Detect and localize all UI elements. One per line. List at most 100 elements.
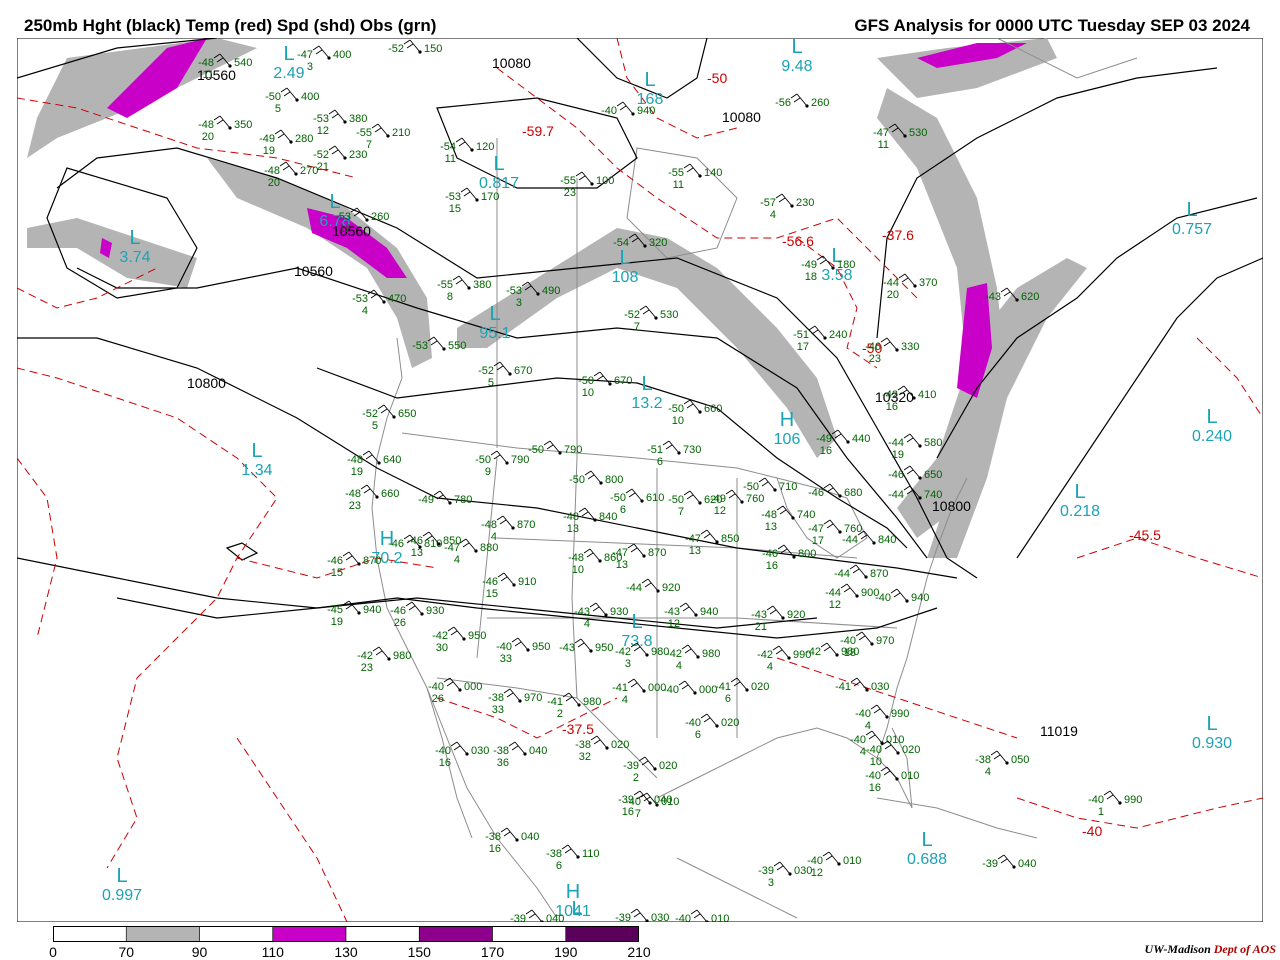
ob-height: 620 <box>1021 291 1039 303</box>
ob-temperature: -38 <box>493 745 509 757</box>
ob-height: 170 <box>481 191 499 203</box>
ob-height: 380 <box>473 279 491 291</box>
colorbar-bin <box>53 926 127 942</box>
ob-temperature: -40 <box>685 717 701 729</box>
ob-height: 840 <box>878 534 896 546</box>
ob-height: 040 <box>654 794 672 806</box>
ob-temperature: -46 <box>390 605 406 617</box>
ob-temperature: -46 <box>388 538 404 550</box>
ob-temperature: -41 <box>835 681 851 693</box>
ob-height: 010 <box>843 855 861 867</box>
temperature-label: -45.5 <box>1129 527 1161 543</box>
pressure-center-symbol: L <box>921 829 932 851</box>
temperature-label: -37.6 <box>882 227 914 243</box>
ob-temperature: -43 <box>559 642 575 654</box>
ob-height: 940 <box>911 592 929 604</box>
ob-temperature: -48 <box>568 552 584 564</box>
ob-temperature: -50 <box>743 481 759 493</box>
colorbar-bin <box>272 926 347 942</box>
ob-height: 470 <box>388 293 406 305</box>
ob-height: 440 <box>852 433 870 445</box>
pressure-center-value: 9.48 <box>781 58 812 75</box>
ob-dewpoint-depression: 6 <box>620 504 626 516</box>
pressure-center-symbol: L <box>489 303 500 325</box>
ob-temperature: -48 <box>345 488 361 500</box>
pressure-center-symbol: H <box>780 409 794 431</box>
ob-height: 020 <box>721 717 739 729</box>
ob-dewpoint-depression: 33 <box>500 653 512 665</box>
ob-height: 240 <box>829 329 847 341</box>
ob-height: 020 <box>659 760 677 772</box>
ob-temperature: -44 <box>825 587 841 599</box>
ob-temperature: -49 <box>816 433 832 445</box>
ob-dewpoint-depression: 4 <box>454 554 460 566</box>
ob-height: 400 <box>301 91 319 103</box>
ob-height: 030 <box>871 681 889 693</box>
pressure-center-symbol: L <box>129 227 140 249</box>
ob-temperature: -43 <box>574 606 590 618</box>
ob-temperature: -43 <box>985 291 1001 303</box>
ob-height: 380 <box>349 113 367 125</box>
ob-height: 980 <box>702 648 720 660</box>
ob-dewpoint-depression: 18 <box>844 647 856 659</box>
ob-height: 990 <box>1124 794 1142 806</box>
ob-dewpoint-depression: 3 <box>516 297 522 309</box>
ob-height: 150 <box>424 43 442 55</box>
ob-dewpoint-depression: 13 <box>411 547 423 559</box>
ob-dewpoint-depression: 4 <box>362 305 368 317</box>
ob-temperature: -40 <box>1088 794 1104 806</box>
ob-height: 650 <box>924 469 942 481</box>
ob-height: 680 <box>844 487 862 499</box>
colorbar-bin <box>345 926 420 942</box>
ob-dewpoint-depression: 11 <box>203 69 214 81</box>
ob-height: 870 <box>648 547 666 559</box>
temperature-label: -56.6 <box>782 233 814 249</box>
ob-temperature: -49 <box>801 259 817 271</box>
ob-dewpoint-depression: 12 <box>317 125 329 137</box>
ob-temperature: -55 <box>668 167 684 179</box>
height-label: 10080 <box>492 55 531 71</box>
pressure-center-symbol: L <box>1186 199 1197 221</box>
ob-height: 790 <box>564 444 582 456</box>
ob-dewpoint-depression: 26 <box>432 693 444 705</box>
height-label: 10560 <box>294 263 333 279</box>
ob-dewpoint-depression: 19 <box>263 145 275 157</box>
ob-dewpoint-depression: 6 <box>725 693 731 705</box>
ob-height: 650 <box>398 408 416 420</box>
ob-temperature: -39 <box>982 858 998 870</box>
ob-dewpoint-depression: 3 <box>768 877 774 889</box>
ob-temperature: -50 <box>528 444 544 456</box>
colorbar-bin <box>199 926 274 942</box>
ob-height: 180 <box>837 259 855 271</box>
ob-height: 120 <box>476 141 494 153</box>
ob-temperature: -40 <box>866 744 882 756</box>
ob-height: 270 <box>300 165 318 177</box>
credit-dept: Dept of AOS <box>1213 942 1276 956</box>
ob-height: 530 <box>909 127 927 139</box>
pressure-center-symbol: L <box>631 611 642 633</box>
ob-height: 010 <box>901 770 919 782</box>
ob-temperature: -57 <box>760 197 776 209</box>
ob-dewpoint-depression: 12 <box>339 223 351 235</box>
ob-temperature: -53 <box>313 113 329 125</box>
pressure-center-value: 108 <box>612 269 639 286</box>
ob-height: 870 <box>517 519 535 531</box>
pressure-center-symbol: L <box>644 69 655 91</box>
ob-height: 410 <box>918 389 936 401</box>
ob-height: 540 <box>234 57 252 69</box>
ob-height: 550 <box>448 340 466 352</box>
pressure-center-value: 13.2 <box>631 395 662 412</box>
ob-dewpoint-depression: 16 <box>886 401 898 413</box>
ob-height: 040 <box>1018 858 1036 870</box>
ob-temperature: -46 <box>762 548 778 560</box>
colorbar-bin <box>418 926 493 942</box>
pressure-center-symbol: L <box>1206 406 1217 428</box>
ob-temperature: -40 <box>663 684 679 696</box>
ob-temperature: -51 <box>647 444 663 456</box>
map-title: 250mb Hght (black) Temp (red) Spd (shd) … <box>24 16 437 35</box>
ob-temperature: -45 <box>327 604 343 616</box>
ob-dewpoint-depression: 33 <box>492 704 504 716</box>
ob-height: 910 <box>518 576 536 588</box>
pressure-center-value: 0.930 <box>1192 735 1232 752</box>
ob-height: 580 <box>924 437 942 449</box>
